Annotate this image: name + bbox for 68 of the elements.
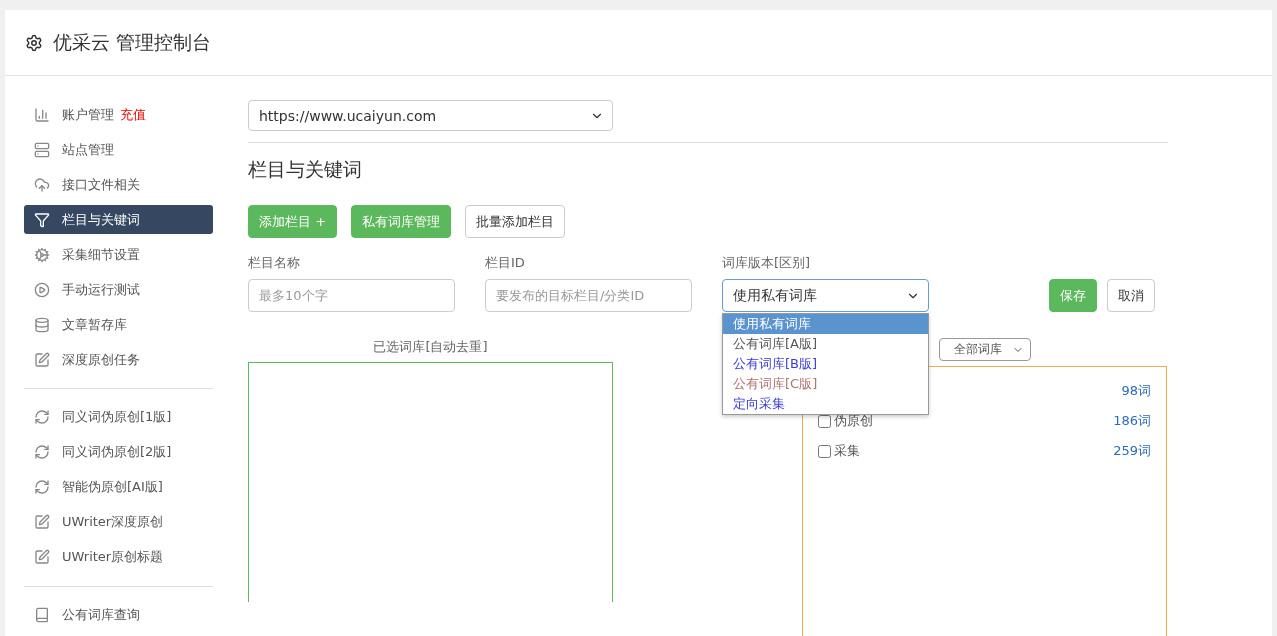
- refresh-icon: [34, 479, 50, 496]
- sidebar-item[interactable]: 采集细节设置: [24, 240, 213, 269]
- recharge-link[interactable]: 充值: [120, 105, 146, 124]
- dropdown-option[interactable]: 公有词库[A版]: [723, 334, 928, 354]
- sidebar-label: 采集细节设置: [62, 245, 140, 264]
- dropdown-option[interactable]: 公有词库[B版]: [723, 354, 928, 374]
- sidebar-label: UWriter原创标题: [62, 548, 164, 567]
- word-count: 259词: [1113, 442, 1151, 460]
- sidebar-item[interactable]: 文章暂存库: [24, 310, 213, 339]
- filter-icon: [34, 211, 50, 228]
- edit-icon: [34, 514, 50, 531]
- refresh-icon: [34, 444, 50, 461]
- cloud-upload-icon: [34, 176, 50, 193]
- library-filter-select[interactable]: 全部词库: [939, 338, 1031, 361]
- console-title: 优采云 管理控制台: [53, 29, 212, 55]
- bar-chart-icon: [34, 106, 50, 123]
- input-field[interactable]: 最多10个字: [248, 279, 455, 312]
- edit-icon: [34, 351, 50, 368]
- sidebar-label: 文章暂存库: [62, 315, 127, 334]
- sidebar-item[interactable]: 账户管理 充值: [24, 100, 213, 129]
- library-label: 伪原创: [834, 412, 873, 430]
- sidebar-label: 账户管理: [62, 105, 114, 124]
- gear-icon: [34, 246, 50, 263]
- sidebar-label: 同义词伪原创[2版]: [62, 443, 172, 462]
- form-button[interactable]: 取消: [1107, 279, 1155, 312]
- sidebar-label: 站点管理: [62, 140, 114, 159]
- sidebar-item[interactable]: 同义词伪原创[1版]: [24, 402, 213, 432]
- sidebar-item[interactable]: 接口文件相关: [24, 170, 213, 199]
- dropdown-option[interactable]: 公有词库[C版]: [723, 374, 928, 394]
- sidebar-label: 公有词库查询: [62, 606, 140, 625]
- checkbox[interactable]: [818, 414, 831, 428]
- sidebar-item[interactable]: 栏目与关键词: [24, 205, 213, 234]
- checkbox[interactable]: [818, 444, 831, 458]
- field-label: 词库版本[区别]: [722, 254, 812, 272]
- dropdown-option[interactable]: 定向采集: [723, 394, 928, 414]
- settings-icon: [25, 33, 43, 52]
- sidebar-label: 接口文件相关: [62, 175, 140, 194]
- sidebar-label: UWriter深度原创: [62, 513, 164, 532]
- sidebar-item[interactable]: UWriter原创标题: [24, 542, 213, 572]
- panel-title: 已选词库[自动去重]: [372, 338, 489, 356]
- sidebar-label: 栏目与关键词: [62, 210, 140, 229]
- sidebar-item[interactable]: UWriter深度原创: [24, 507, 213, 537]
- word-count: 98词: [1121, 382, 1151, 400]
- refresh-icon: [34, 409, 50, 426]
- sidebar-item[interactable]: 深度原创任务: [24, 345, 213, 374]
- sidebar-label: 手动运行测试: [62, 280, 140, 299]
- sidebar-item[interactable]: 智能伪原创[AI版]: [24, 472, 213, 502]
- action-button[interactable]: 批量添加栏目: [465, 205, 566, 238]
- database-icon: [34, 316, 50, 333]
- site-select[interactable]: https://www.ucaiyun.com: [248, 100, 613, 132]
- sidebar-label: 智能伪原创[AI版]: [62, 478, 163, 497]
- sidebar-item[interactable]: 同义词伪原创[2版]: [24, 437, 213, 467]
- sidebar-label: 深度原创任务: [62, 350, 140, 369]
- library-label: 采集: [834, 442, 860, 460]
- play-icon: [34, 281, 50, 298]
- section-title: 栏目与关键词: [248, 157, 363, 182]
- input-field[interactable]: 要发布的目标栏目/分类ID: [485, 279, 692, 312]
- field-label: 栏目ID: [485, 254, 526, 272]
- word-count: 186词: [1113, 412, 1151, 430]
- sidebar-item[interactable]: 公有词库查询: [24, 600, 213, 630]
- version-select[interactable]: 使用私有词库: [722, 279, 929, 312]
- field-label: 栏目名称: [248, 254, 301, 272]
- sidebar-label: 同义词伪原创[1版]: [62, 408, 172, 427]
- book-icon: [34, 607, 50, 624]
- edit-icon: [34, 549, 50, 566]
- sidebar-item[interactable]: 手动运行测试: [24, 275, 213, 304]
- sidebar-item[interactable]: 站点管理: [24, 135, 213, 164]
- server-icon: [34, 141, 50, 158]
